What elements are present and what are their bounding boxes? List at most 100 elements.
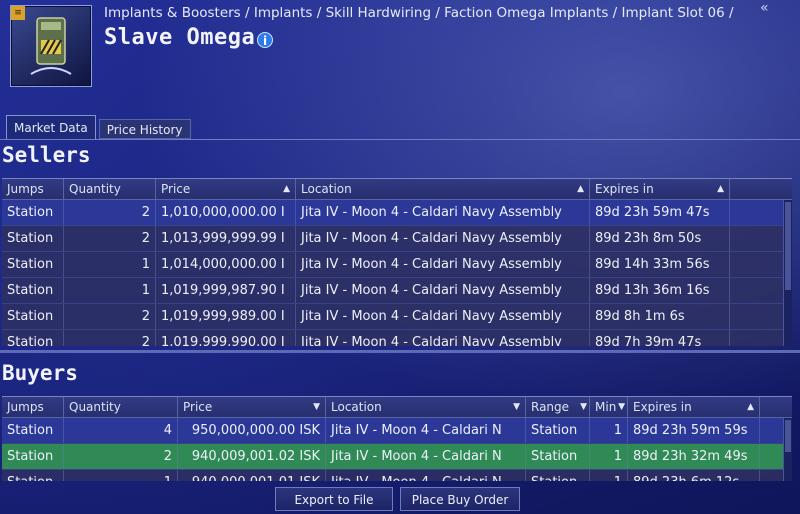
col-location-label: Location (331, 400, 382, 414)
sort-asc-icon: ▲ (717, 184, 724, 194)
item-menu-icon[interactable]: ≡ (11, 6, 25, 20)
table-cell: Station (2, 444, 64, 469)
sellers-scrollbar[interactable] (783, 200, 792, 346)
info-icon[interactable]: i (257, 32, 273, 48)
table-cell: 1,019,999,989.00 I (156, 304, 296, 329)
table-cell: Station (2, 278, 64, 303)
table-cell: 2 (64, 304, 156, 329)
buyers-table: Jumps Quantity Price ▼ Location ▼ Range ▼ M… (2, 396, 792, 481)
col-min-label: Min (595, 400, 617, 414)
sellers-header: Jumps Quantity Price ▲ Location ▲ Expires … (2, 179, 792, 200)
table-cell: 89d 23h 32m 49s (628, 444, 760, 469)
table-cell: Station (526, 444, 590, 469)
col-expires-label: Expires in (633, 400, 692, 414)
scroll-thumb[interactable] (785, 420, 791, 452)
col-location[interactable]: Location ▼ (326, 397, 526, 417)
table-cell: 1,014,000,000.00 I (156, 252, 296, 277)
table-cell: 940,000,001.01 ISK (178, 470, 326, 481)
table-cell: Jita IV - Moon 4 - Caldari Navy Assembly (296, 226, 590, 251)
sort-desc-icon: ▼ (313, 402, 320, 412)
buyers-title: Buyers (2, 361, 78, 385)
table-cell: 89d 23h 8m 50s (590, 226, 730, 251)
col-range-label: Range (531, 400, 570, 414)
col-price[interactable]: Price ▼ (178, 397, 326, 417)
tab-bar: Market Data Price History (6, 115, 191, 139)
sort-asc-icon: ▲ (577, 184, 584, 194)
table-cell: Jita IV - Moon 4 - Caldari Navy Assembly (296, 330, 590, 346)
table-cell: Jita IV - Moon 4 - Caldari Navy Assembly (296, 304, 590, 329)
item-icon[interactable]: ≡ (10, 5, 92, 87)
table-cell: Station (526, 418, 590, 443)
scroll-thumb[interactable] (785, 202, 791, 290)
page-title: Slave Omega (104, 25, 256, 50)
col-jumps[interactable]: Jumps (2, 179, 64, 199)
table-cell: 1 (590, 418, 628, 443)
section-divider[interactable] (0, 350, 800, 353)
col-expires[interactable]: Expires in ▲ (590, 179, 730, 199)
table-row[interactable]: Station 2 1,010,000,000.00 I Jita IV - Moon… (2, 200, 792, 226)
table-cell: 1,010,000,000.00 I (156, 200, 296, 225)
table-cell: 1 (590, 444, 628, 469)
col-location[interactable]: Location ▲ (296, 179, 590, 199)
table-cell: 2 (64, 200, 156, 225)
table-cell: 950,000,000.00 ISK (178, 418, 326, 443)
col-jumps[interactable]: Jumps (2, 397, 64, 417)
table-cell: Station (2, 470, 64, 481)
table-row[interactable]: Station1940,000,001.01 ISKJita IV - Moon… (2, 470, 792, 481)
table-cell: 1 (64, 278, 156, 303)
sort-asc-icon: ▲ (283, 184, 290, 194)
col-spacer (760, 397, 792, 417)
col-expires-label: Expires in (595, 182, 654, 196)
table-row[interactable]: Station 2 1,019,999,989.00 I Jita IV - Moon… (2, 304, 792, 330)
table-cell: 1,019,999,987.90 I (156, 278, 296, 303)
col-expires[interactable]: Expires in ▲ (628, 397, 760, 417)
table-cell: 89d 23h 6m 12s (628, 470, 760, 481)
tab-divider (0, 139, 800, 140)
sellers-title: Sellers (2, 143, 91, 167)
table-row[interactable]: Station 1 1,019,999,987.90 I Jita IV - Moon… (2, 278, 792, 304)
buyers-scrollbar[interactable] (783, 418, 792, 481)
breadcrumb[interactable]: Implants & Boosters / Implants / Skill H… (104, 5, 734, 21)
table-cell: 2 (64, 444, 178, 469)
buyers-body: Station 4 950,000,000.00 ISK Jita IV - Moon… (2, 418, 792, 481)
table-row[interactable]: Station 2 1,013,999,999.99 I Jita IV - Moon… (2, 226, 792, 252)
table-row[interactable]: Station 1 1,014,000,000.00 I Jita IV - Moon… (2, 252, 792, 278)
table-cell: Jita IV - Moon 4 - Caldari N (326, 418, 526, 443)
col-range[interactable]: Range ▼ (526, 397, 590, 417)
table-cell: Station (2, 226, 64, 251)
table-cell: Station (526, 470, 590, 481)
table-cell: 1 (590, 470, 628, 481)
table-cell: Jita IV - Moon 4 - Caldari N (326, 444, 526, 469)
table-cell: 1 (64, 252, 156, 277)
collapse-icon[interactable]: « (760, 0, 769, 16)
sort-desc-icon: ▼ (580, 402, 587, 412)
table-cell: 89d 13h 36m 16s (590, 278, 730, 303)
col-min[interactable]: Min ▼ (590, 397, 628, 417)
table-row[interactable]: Station 2 1,019,999,990.00 I Jita IV - Moon… (2, 330, 792, 346)
col-location-label: Location (301, 182, 352, 196)
col-quantity[interactable]: Quantity (64, 397, 178, 417)
place-buy-order-button[interactable]: Place Buy Order (400, 487, 520, 511)
table-cell: Jita IV - Moon 4 - Caldari Navy Assembly (296, 252, 590, 277)
table-cell: Jita IV - Moon 4 - Caldari Navy Assembly (296, 200, 590, 225)
table-cell: Jita IV - Moon 4 - Caldari Navy Assembly (296, 278, 590, 303)
col-quantity[interactable]: Quantity (64, 179, 156, 199)
table-cell: 89d 23h 59m 59s (628, 418, 760, 443)
table-row[interactable]: Station 4 950,000,000.00 ISK Jita IV - Moon… (2, 418, 792, 444)
table-row[interactable]: Station 2 940,009,001.02 ISK Jita IV - Moon… (2, 444, 792, 470)
col-price-label: Price (183, 400, 213, 414)
col-price[interactable]: Price ▲ (156, 179, 296, 199)
table-cell: 4 (64, 418, 178, 443)
table-cell: 89d 23h 59m 47s (590, 200, 730, 225)
table-cell: 89d 8h 1m 6s (590, 304, 730, 329)
table-cell: Station (2, 252, 64, 277)
tab-price-history[interactable]: Price History (98, 119, 191, 139)
export-to-file-button[interactable]: Export to File (275, 487, 393, 511)
table-cell: 89d 14h 33m 56s (590, 252, 730, 277)
table-cell: Station (2, 304, 64, 329)
tab-market-data[interactable]: Market Data (6, 115, 96, 139)
sellers-table: Jumps Quantity Price ▲ Location ▲ Expires … (2, 178, 792, 346)
table-cell: Jita IV - Moon 4 - Caldari N (326, 470, 526, 481)
table-cell: 1 (64, 470, 178, 481)
table-cell: 2 (64, 330, 156, 346)
